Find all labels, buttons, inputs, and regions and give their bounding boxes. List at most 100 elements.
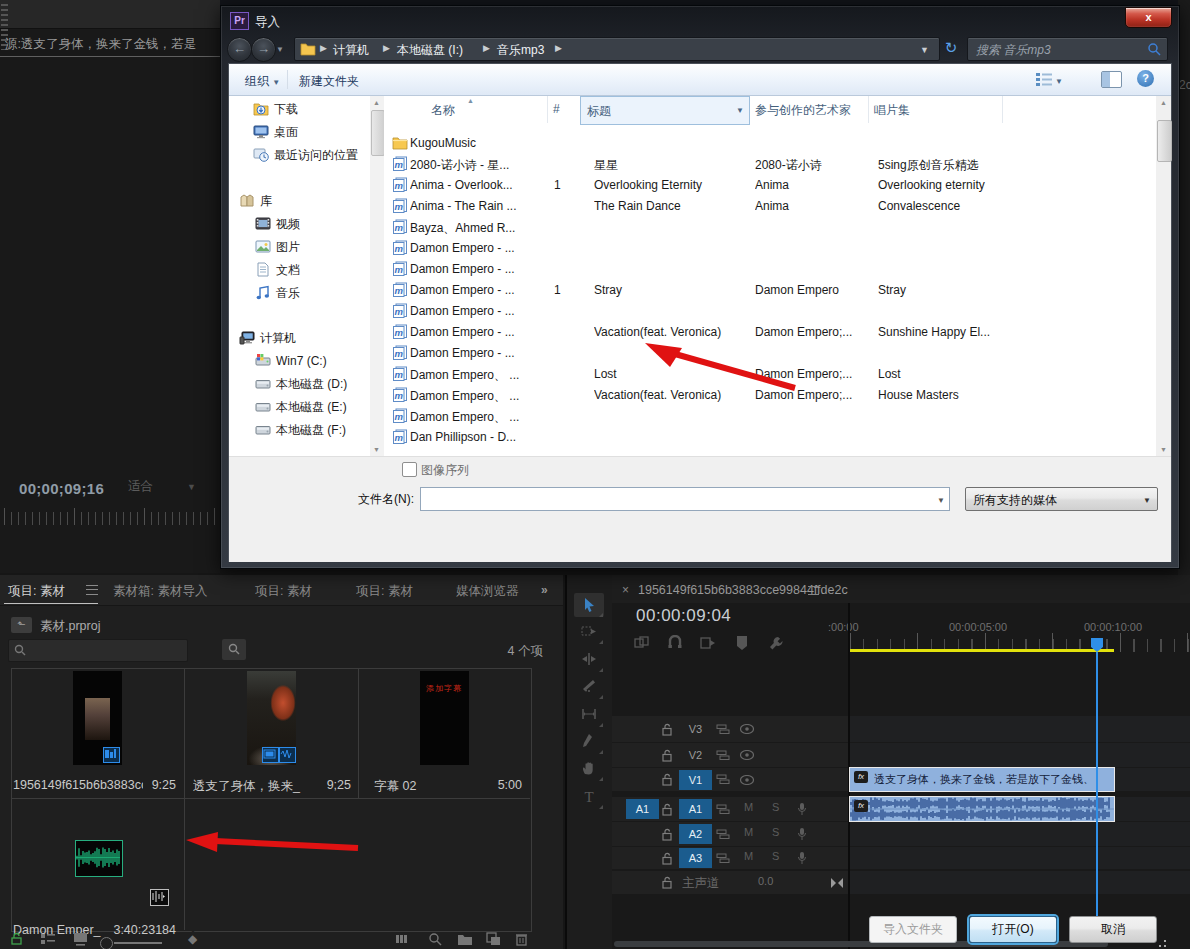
sidebar-item-music[interactable]: 音乐 (255, 285, 300, 303)
clip-thumbnail-title[interactable]: 添加字幕 (420, 671, 469, 765)
pen-tool[interactable] (574, 730, 604, 754)
panel-menu-icon[interactable] (86, 585, 98, 595)
column-header-num[interactable]: # (547, 96, 581, 123)
solo-button[interactable]: S (772, 801, 779, 813)
track-badge[interactable]: V1 (679, 770, 712, 790)
scroll-down-icon[interactable]: ▼ (373, 446, 380, 453)
new-item-icon[interactable] (486, 932, 501, 946)
tab-media-browser[interactable]: 媒体浏览器 (456, 583, 519, 600)
file-row[interactable]: KugouMusic (384, 133, 1156, 154)
marker-icon[interactable] (736, 635, 748, 651)
scroll-up-icon[interactable]: ▲ (373, 99, 380, 106)
sidebar-item-pictures[interactable]: 图片 (255, 239, 300, 257)
file-row[interactable]: mDamon Empero - ... (384, 343, 1156, 364)
scroll-up-icon[interactable]: ▲ (1160, 99, 1167, 106)
back-button[interactable]: ← (227, 37, 252, 62)
file-row[interactable]: mDamon Empero、 ...LostDamon Empero;...Lo… (384, 364, 1156, 385)
breadcrumb-item[interactable]: 本地磁盘 (I:) (397, 42, 463, 59)
mute-button[interactable]: M (744, 801, 753, 813)
audio-clip-waveform[interactable] (75, 840, 123, 877)
sidebar-item-download-folder[interactable]: 下载 (253, 101, 298, 119)
file-row[interactable]: mAnima - Overlook...1Overlooking Eternit… (384, 175, 1156, 196)
track-header-master[interactable]: 主声道0.0 (612, 871, 848, 894)
timeline-audio-clip[interactable]: fx (850, 797, 1114, 821)
filename-input[interactable]: ▼ (420, 487, 950, 511)
file-row[interactable]: mDamon Empero - ... (384, 238, 1156, 259)
selection-tool[interactable] (574, 593, 604, 617)
track-header-A1[interactable]: A1 A1 M S (612, 797, 848, 821)
tab-project[interactable]: 项目: 素材 (8, 583, 65, 600)
track-A3[interactable] (850, 847, 1190, 869)
source-monitor-tab[interactable]: 源:透支了身体，换来了金钱，若是 (5, 36, 218, 53)
file-row[interactable]: mDamon Empero - ...1StrayDamon EmperoStr… (384, 280, 1156, 301)
breadcrumb-item[interactable]: 音乐mp3 (497, 42, 544, 59)
views-dropdown[interactable]: ▼ (1055, 77, 1063, 86)
forward-button[interactable]: → (251, 37, 276, 62)
nav-history-chevron[interactable]: ▼ (276, 45, 284, 54)
solo-button[interactable]: S (772, 850, 779, 862)
close-icon[interactable]: × (622, 583, 629, 597)
mute-button[interactable]: M (744, 826, 753, 838)
find-edit-icon[interactable] (395, 932, 412, 946)
sidebar-item-system-drive[interactable]: Win7 (C:) (255, 353, 327, 371)
track-header-V1[interactable]: V1 (612, 768, 848, 791)
icon-view-icon[interactable] (73, 932, 88, 946)
track-A2[interactable] (850, 822, 1190, 846)
file-row[interactable]: mDan Phillipson - D... (384, 427, 1156, 448)
views-icon[interactable] (1035, 72, 1053, 87)
cancel-button[interactable]: 取消 (1069, 916, 1157, 943)
file-row[interactable]: mDamon Empero - ... (384, 259, 1156, 280)
navigate-up-icon[interactable]: ⬑ (11, 617, 32, 633)
linked-selection-icon[interactable] (634, 635, 650, 651)
scroll-down-icon[interactable]: ▼ (1160, 446, 1167, 453)
sidebar-item-desktop[interactable]: 桌面 (253, 124, 298, 142)
sidebar-item-drive[interactable]: 本地磁盘 (D:) (255, 376, 347, 394)
file-row[interactable]: mDamon Empero、 ... (384, 406, 1156, 427)
scrollbar-thumb[interactable] (371, 110, 385, 156)
close-button[interactable]: x (1125, 7, 1172, 28)
timeline-timecode[interactable]: 00:00:09:04 (636, 606, 731, 626)
playhead-marker[interactable] (1089, 637, 1105, 653)
track-badge[interactable]: A1 (679, 799, 712, 819)
file-row[interactable]: mDamon Empero、 ...Vacation(feat. Veronic… (384, 385, 1156, 406)
clip-thumbnail-sequence[interactable] (73, 671, 122, 765)
snap-icon[interactable] (667, 635, 683, 651)
source-zoom-select[interactable]: 适合▼ (128, 478, 198, 499)
sidebar-item-computer[interactable]: 计算机 (239, 330, 296, 348)
breadcrumb-item[interactable]: 计算机 (333, 42, 369, 59)
sidebar-scrollbar[interactable]: ▲ ▼ (370, 96, 384, 456)
sidebar-item-drive[interactable]: 本地磁盘 (E:) (255, 399, 347, 417)
column-header-name[interactable]: 名称▲ (384, 96, 548, 123)
help-icon[interactable]: ? (1137, 70, 1154, 87)
settings-wrench-icon[interactable] (768, 635, 784, 651)
playhead-line[interactable] (1096, 652, 1098, 938)
scrollbar-thumb[interactable] (1157, 120, 1172, 162)
track-header-A2[interactable]: A2 M S (612, 822, 848, 846)
source-track-badge[interactable]: A1 (626, 799, 659, 819)
solo-button[interactable]: S (772, 826, 779, 838)
track-select-tool[interactable] (574, 620, 604, 644)
panel-menu-icon[interactable] (808, 586, 819, 595)
breadcrumb[interactable]: ▶ 计算机 ▶ 本地磁盘 (I:) ▶ 音乐mp3 ▶ ▼ (294, 37, 940, 61)
tab-overflow-chevron[interactable]: » (541, 583, 548, 597)
resize-grip[interactable] (1155, 939, 1167, 949)
sidebar-item-libraries[interactable]: 库 (239, 193, 272, 211)
new-bin-icon[interactable] (457, 932, 473, 946)
zoom-slider-handle[interactable] (100, 937, 113, 949)
column-header-artist[interactable]: 参与创作的艺术家 (749, 96, 869, 123)
file-row[interactable]: mBayza、Ahmed R... (384, 217, 1156, 238)
zoom-slider-track[interactable] (114, 942, 162, 944)
clip-name[interactable]: 透支了身体，换来_ (193, 778, 318, 795)
sidebar-item-recent-places[interactable]: 最近访问的位置 (253, 147, 358, 165)
sidebar-item-drive[interactable]: 本地磁盘 (F:) (255, 422, 346, 440)
track-header-V3[interactable]: V3 (612, 716, 848, 742)
trash-icon[interactable] (515, 932, 528, 946)
track-badge[interactable]: A3 (679, 848, 712, 868)
file-row[interactable]: mDamon Empero - ...Vacation(feat. Veroni… (384, 322, 1156, 343)
search-icon[interactable] (428, 932, 443, 946)
breadcrumb-dropdown[interactable]: ▼ (920, 45, 929, 55)
image-sequence-checkbox[interactable] (402, 462, 417, 477)
hand-tool[interactable] (574, 757, 604, 781)
import-folder-button[interactable]: 导入文件夹 (869, 916, 957, 943)
track-badge[interactable]: A2 (679, 824, 712, 844)
